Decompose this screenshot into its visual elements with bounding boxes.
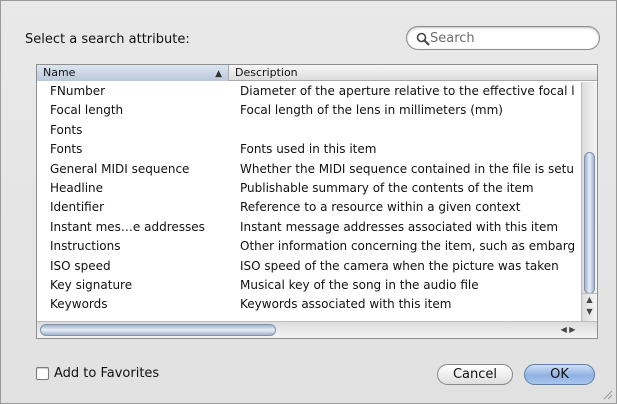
row-name-cell: Fonts [50, 142, 83, 157]
dialog-prompt: Select a search attribute: [25, 32, 190, 47]
row-description-cell: ISO speed of the camera when the picture… [240, 258, 559, 273]
add-to-favorites-checkbox[interactable] [36, 367, 49, 380]
table-row[interactable]: Focal length Focal length of the lens in … [37, 101, 581, 120]
sort-ascending-icon: ▲ [215, 69, 222, 79]
table-header: Name ▲ Description [37, 65, 597, 81]
row-description-cell: Fonts used in this item [240, 142, 377, 157]
row-name-cell: Fonts [50, 122, 83, 137]
scroll-left-arrow-icon[interactable]: ◀ [561, 325, 567, 334]
table-row[interactable]: Instant mes…e addresses Instant message a… [37, 218, 581, 237]
row-description-cell: Reference to a resource within a given c… [240, 200, 521, 215]
table-row[interactable]: General MIDI sequence Whether the MIDI se… [37, 160, 581, 179]
table-row[interactable]: Key signature Musical key of the song in … [37, 276, 581, 295]
column-header-name[interactable]: Name ▲ [37, 65, 229, 81]
add-to-favorites-option[interactable]: Add to Favorites [36, 366, 159, 381]
table-row[interactable]: Keywords Keywords associated with this it… [37, 295, 581, 314]
row-description-cell: Instant message addresses associated wit… [240, 219, 559, 234]
row-description-cell: Focal length of the lens in millimeters … [240, 103, 503, 118]
row-description-cell: Whether the MIDI sequence contained in t… [240, 161, 574, 176]
row-name-cell: Keywords [50, 297, 108, 312]
search-icon [416, 32, 430, 46]
table-row[interactable]: Identifier Reference to a resource within… [37, 198, 581, 217]
row-description-cell: Other information concerning the item, s… [240, 239, 576, 254]
table-row[interactable]: FNumber Diameter of the aperture relative… [37, 82, 581, 101]
attribute-table: Name ▲ Description FNumber Diameter of th… [36, 64, 598, 339]
resize-grip-icon[interactable] [603, 390, 613, 400]
row-name-cell: Key signature [50, 277, 133, 292]
ok-button[interactable]: OK [524, 364, 595, 385]
row-name-cell: Focal length [50, 103, 124, 118]
table-row[interactable]: Headline Publishable summary of the conte… [37, 179, 581, 198]
row-description-cell: Musical key of the song in the audio fil… [240, 277, 479, 292]
scroll-right-arrow-icon[interactable]: ▶ [569, 325, 575, 334]
search-field[interactable] [406, 26, 600, 50]
vertical-scrollbar[interactable]: ▲ ▼ [581, 82, 597, 321]
add-to-favorites-label: Add to Favorites [54, 366, 160, 381]
row-description-cell: Diameter of the aperture relative to the… [240, 84, 575, 98]
horizontal-scroll-arrows[interactable]: ◀ ▶ [555, 324, 581, 336]
column-header-name-label: Name [43, 66, 76, 79]
vertical-scroll-thumb[interactable] [584, 152, 595, 294]
table-body: FNumber Diameter of the aperture relative… [37, 82, 581, 321]
search-input[interactable] [430, 30, 590, 47]
table-row[interactable]: Fonts Fonts used in this item [37, 140, 581, 159]
table-row[interactable]: ISO speed ISO speed of the camera when th… [37, 257, 581, 276]
row-description-cell: Keywords associated with this item [240, 297, 452, 312]
column-header-description[interactable]: Description [229, 65, 579, 81]
row-name-cell: Headline [50, 180, 104, 195]
row-name-cell: Instructions [50, 239, 121, 254]
horizontal-scroll-thumb[interactable] [40, 324, 276, 336]
row-name-cell: FNumber [50, 84, 106, 98]
scroll-up-arrow-icon[interactable]: ▲ [582, 294, 597, 306]
vertical-scroll-arrows[interactable]: ▲ ▼ [582, 293, 597, 321]
table-row[interactable]: Instructions Other information concerning… [37, 237, 581, 256]
row-name-cell: ISO speed [50, 258, 111, 273]
row-name-cell: Identifier [50, 200, 105, 215]
search-attribute-dialog: Select a search attribute: Name ▲ Descri… [0, 0, 617, 404]
row-name-cell: Instant mes…e addresses [50, 219, 205, 234]
cancel-button[interactable]: Cancel [437, 364, 513, 385]
table-row[interactable]: Fonts [37, 121, 581, 140]
horizontal-scrollbar[interactable]: ◀ ▶ [37, 321, 597, 338]
scroll-down-arrow-icon[interactable]: ▼ [582, 306, 597, 318]
row-description-cell: Publishable summary of the contents of t… [240, 180, 534, 195]
row-name-cell: General MIDI sequence [50, 161, 190, 176]
